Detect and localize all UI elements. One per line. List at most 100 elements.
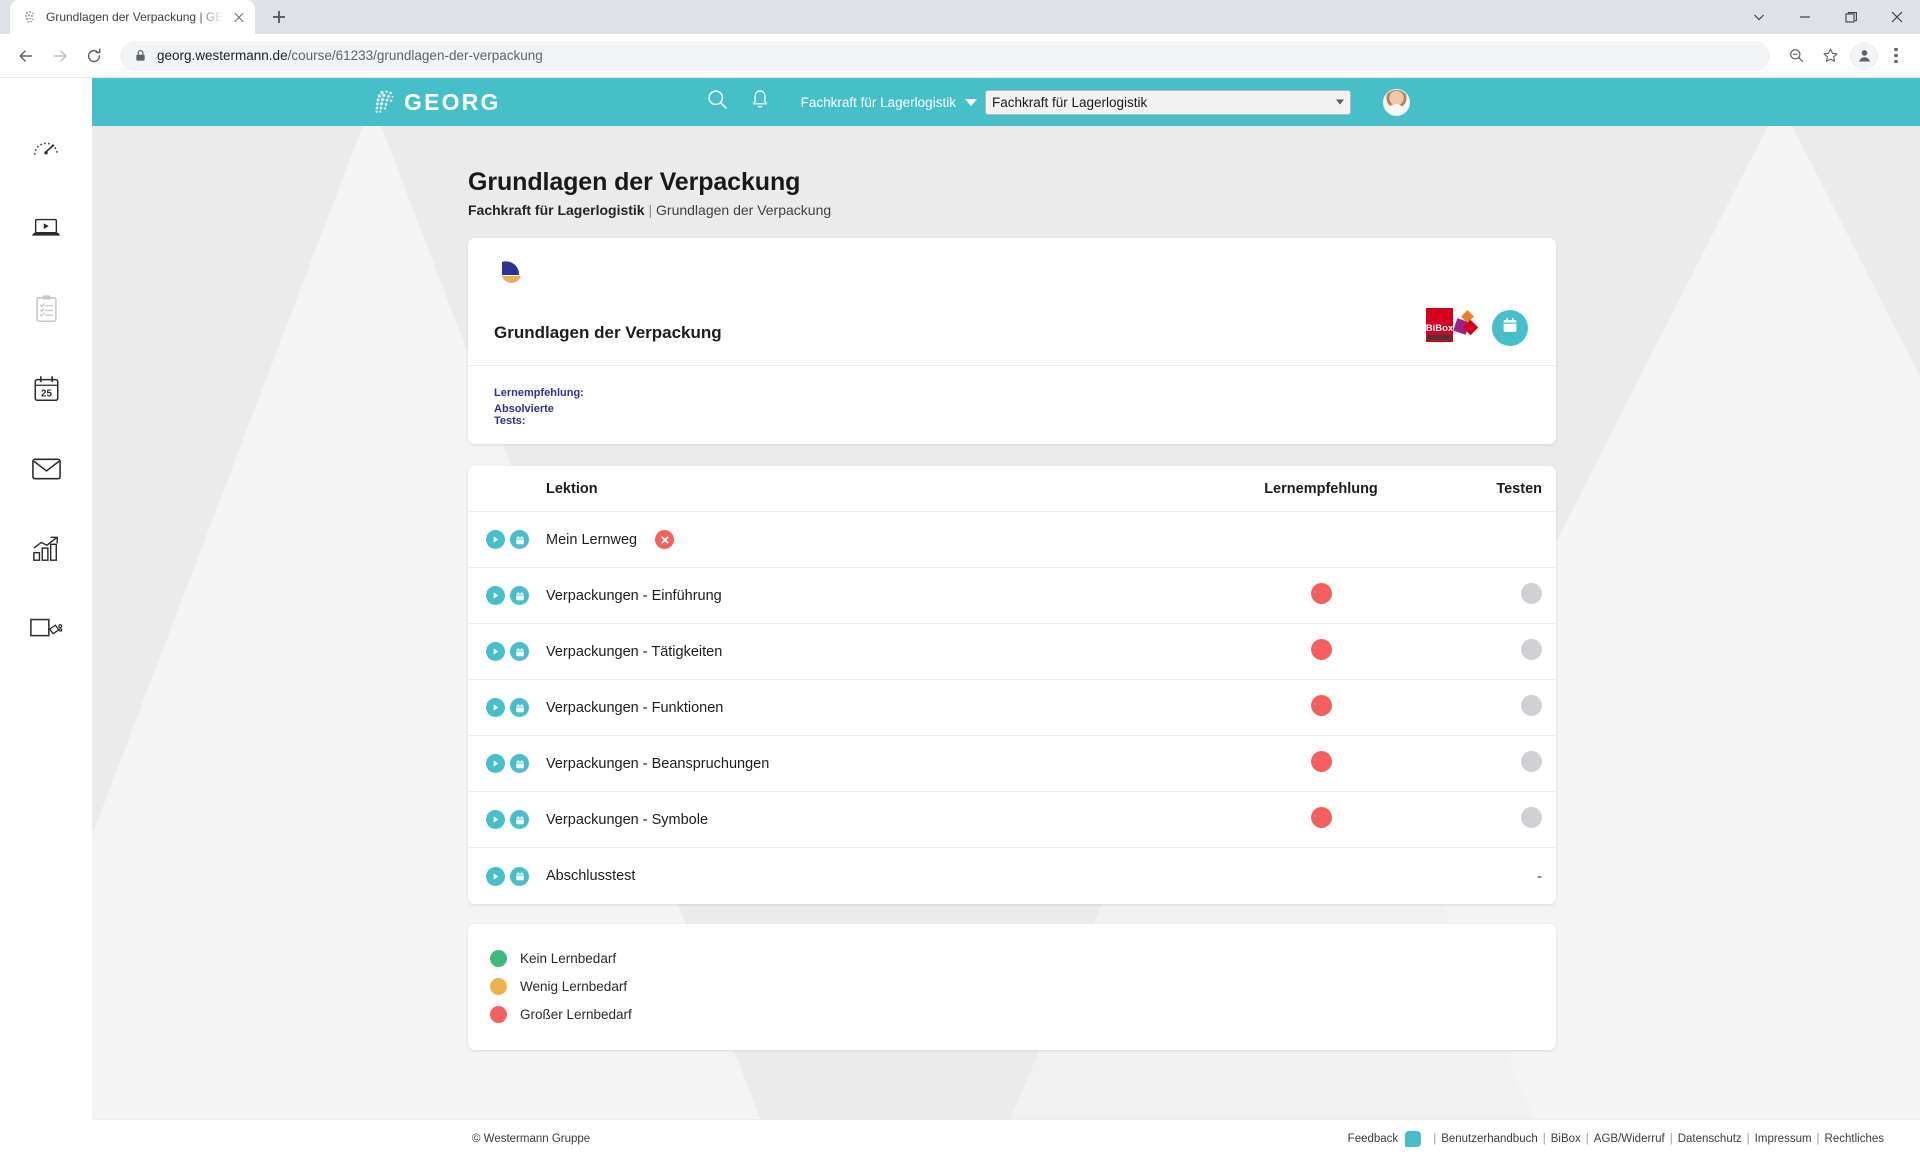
status-dot-red [1310,807,1332,828]
footer-link-agb[interactable]: AGB/Widerruf [1594,1133,1665,1145]
play-icon[interactable] [486,810,505,829]
browser-tab[interactable]: Grundlagen der Verpackung | GE [10,0,255,34]
table-row[interactable]: Mein Lernweg [468,512,1556,568]
error-close-icon[interactable] [655,530,675,549]
bibox-book-icon[interactable] [510,810,529,829]
course-select-value: Fachkraft für Lagerlogistik [991,94,1148,110]
envelope-icon [31,456,62,482]
tab-search-chevron-down-icon[interactable] [1736,0,1782,34]
lesson-name[interactable]: Mein Lernweg [546,532,637,548]
lesson-name-cell: Verpackungen - Funktionen [543,700,1206,716]
forward-arrow-icon[interactable] [44,40,76,72]
legend: Kein Lernbedarf Wenig Lernbedarf Großer … [468,924,1556,1050]
play-icon[interactable] [486,698,505,717]
progress-row-lernempfehlung: Lernempfehlung: [494,382,1530,404]
footer-link-impressum[interactable]: Impressum [1755,1133,1812,1145]
close-icon[interactable] [1874,0,1920,34]
clipboard-checklist-icon [33,294,60,324]
lesson-name[interactable]: Verpackungen - Einführung [546,588,722,604]
footer-link-bibox[interactable]: BiBox [1551,1133,1581,1145]
footer-feedback-label[interactable]: Feedback [1348,1133,1399,1145]
sidebar-item-calendar[interactable]: 25 [23,366,69,412]
url-path: /course/61233/grundlagen-der-verpackung [287,48,543,63]
chat-bubble-icon[interactable] [1405,1130,1422,1147]
table-row[interactable]: Verpackungen - Funktionen [468,680,1556,736]
play-icon[interactable] [486,586,505,605]
status-dot-grey[interactable] [1521,751,1542,772]
search-button[interactable] [697,81,739,123]
laptop-video-icon [30,214,62,244]
bibox-book-icon[interactable] [510,698,529,717]
chevron-down-icon[interactable] [964,98,977,106]
test-cell [1436,807,1556,832]
progress-track [594,390,1530,397]
bibox-book-icon[interactable] [510,530,529,549]
breadcrumb-parent[interactable]: Fachkraft für Lagerlogistik [468,202,645,218]
table-row[interactable]: Verpackungen - Tätigkeiten [468,624,1556,680]
lesson-name-cell: Verpackungen - Beanspruchungen [543,756,1206,772]
bibox-book-icon[interactable] [510,642,529,661]
reload-icon[interactable] [78,40,110,72]
bibox-logo-icon[interactable]: BiBox [1426,306,1479,349]
lesson-name[interactable]: Verpackungen - Tätigkeiten [546,644,722,660]
play-icon[interactable] [486,530,505,549]
bar-chart-arrow-icon [31,535,61,563]
zoom-out-icon[interactable] [1780,40,1812,72]
course-logo-icon [494,261,530,298]
bibox-book-icon[interactable] [510,586,529,605]
footer-link-datenschutz[interactable]: Datenschutz [1678,1133,1742,1145]
address-bar[interactable]: georg.westermann.de/course/61233/grundla… [120,40,1770,71]
profile-avatar-icon [1850,41,1878,70]
lesson-name-cell: Abschlusstest [543,868,1206,884]
play-icon[interactable] [486,754,505,773]
sidebar-item-tasks[interactable] [23,286,69,332]
sidebar-item-messages[interactable] [23,446,69,492]
sidebar-item-dashboard[interactable] [23,126,69,172]
avatar[interactable] [1382,88,1410,116]
legend-dot-orange [490,977,507,995]
table-row[interactable]: Verpackungen - Symbole [468,792,1556,848]
bibox-book-icon[interactable] [510,866,529,886]
back-arrow-icon[interactable] [10,40,42,72]
lesson-name[interactable]: Abschlusstest [546,868,635,884]
sidebar-item-statistics[interactable] [23,526,69,572]
table-row[interactable]: Verpackungen - Beanspruchungen [468,736,1556,792]
breadcrumb-current: Grundlagen der Verpackung [656,202,832,218]
status-dot-grey[interactable] [1521,639,1542,660]
bibox-book-icon[interactable] [510,754,529,773]
row-action-icons [468,810,543,829]
notifications-button[interactable] [739,81,781,123]
course-progress: Lernempfehlung: Absolvierte Tests: [468,366,1556,444]
bibox-open-button[interactable] [1492,309,1528,346]
sidebar-item-whiteboard[interactable] [23,606,69,652]
tab-close-icon[interactable] [231,9,247,25]
footer-link-benutzerhandbuch[interactable]: Benutzerhandbuch [1441,1133,1538,1145]
lesson-name[interactable]: Verpackungen - Symbole [546,812,708,828]
sidebar-item-courses[interactable] [23,206,69,252]
status-dot-grey[interactable] [1521,583,1542,604]
bookmark-star-icon[interactable] [1814,40,1846,72]
table-body: Mein Lernweg Verpackungen - Einführung Ver… [468,512,1556,904]
course-select[interactable]: Fachkraft für Lagerlogistik [984,89,1351,115]
footer-links: Feedback | Benutzerhandbuch | BiBox | AGB/W… [1347,1130,1884,1147]
profile-button[interactable] [1848,40,1880,72]
course-card-badges: BiBox [1426,306,1528,349]
progress-row-absolvierte-tests: Absolvierte Tests: [494,403,1530,427]
browser-menu-icon[interactable] [1882,40,1910,72]
maximize-icon[interactable] [1828,0,1874,34]
play-icon[interactable] [486,866,505,886]
brand-logo[interactable]: GEORG [374,89,501,116]
new-tab-button[interactable] [265,3,293,31]
page-footer: © Westermann Gruppe Feedback | Benutzerha… [92,1119,1920,1157]
row-action-icons [468,642,543,661]
lesson-name[interactable]: Verpackungen - Funktionen [546,700,723,716]
minimize-icon[interactable] [1782,0,1828,34]
lesson-name[interactable]: Verpackungen - Beanspruchungen [546,756,769,772]
recommendation-cell [1206,807,1436,832]
status-dot-grey[interactable] [1521,695,1542,716]
footer-link-rechtliches[interactable]: Rechtliches [1825,1133,1884,1145]
play-icon[interactable] [486,642,505,661]
status-dot-grey[interactable] [1521,807,1542,828]
table-row[interactable]: Verpackungen - Einführung [468,568,1556,624]
table-row[interactable]: Abschlusstest - [468,848,1556,904]
